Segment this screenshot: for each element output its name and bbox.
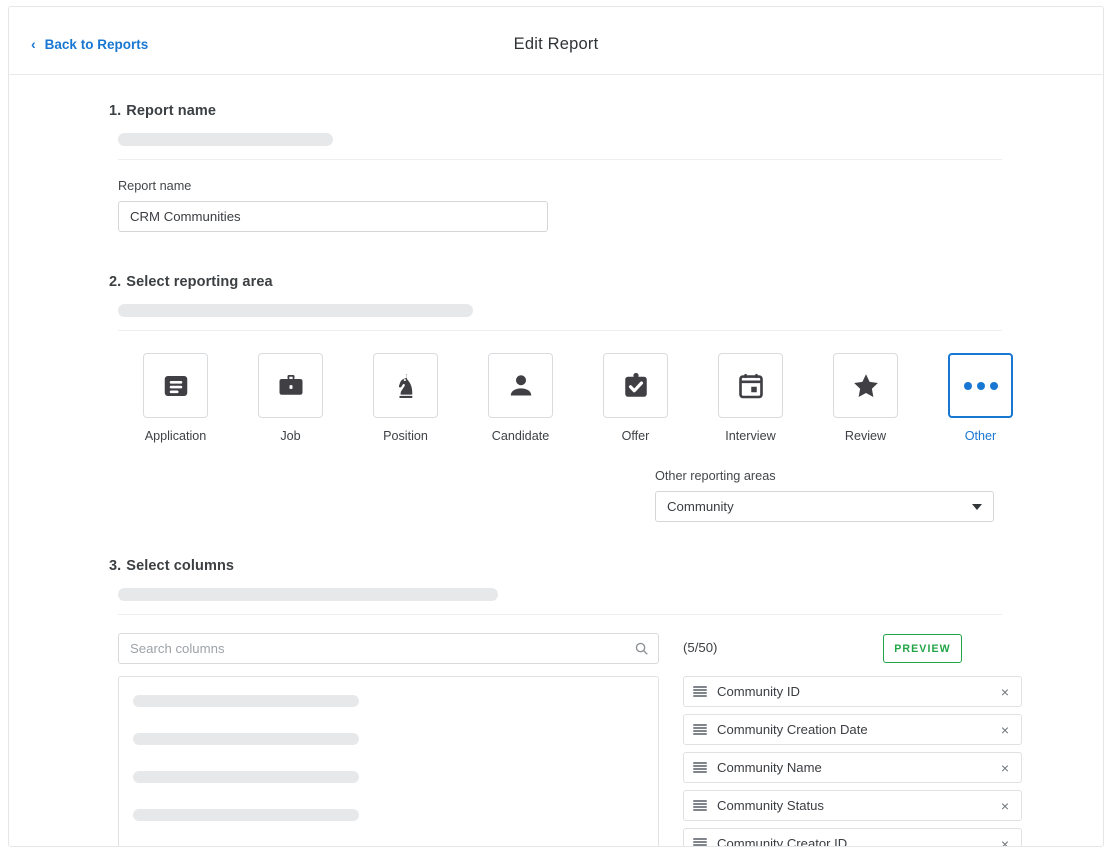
search-icon: [634, 641, 649, 661]
reporting-area-tiles: Application Job: [118, 353, 1103, 443]
reporting-area-tile-application[interactable]: Application: [118, 353, 233, 443]
columns-panels: Community ID × Community Creation Date ×…: [118, 676, 1103, 847]
tile-box-other: [948, 353, 1013, 418]
document-lines-icon: [161, 371, 191, 401]
section-3-heading: 3. Select columns: [109, 558, 1103, 574]
reporting-area-tile-other[interactable]: Other: [923, 353, 1038, 443]
section-1-title: Report name: [126, 103, 216, 119]
tile-label-review: Review: [845, 429, 886, 443]
available-skeleton-row: [133, 695, 359, 707]
other-reporting-areas-value: Community: [667, 499, 734, 514]
ellipsis-icon: [964, 382, 998, 390]
search-columns-wrap: [118, 633, 659, 664]
drag-handle-icon[interactable]: [693, 800, 707, 812]
report-name-input[interactable]: [118, 201, 548, 232]
selected-column-item[interactable]: Community Name ×: [683, 752, 1022, 783]
reporting-area-tile-job[interactable]: Job: [233, 353, 348, 443]
section-1-number: 1.: [109, 103, 121, 119]
close-icon[interactable]: ×: [999, 797, 1011, 815]
section-3-divider: [118, 614, 1002, 615]
section-2-title: Select reporting area: [126, 274, 272, 290]
tile-box-offer: [603, 353, 668, 418]
tile-label-candidate: Candidate: [492, 429, 549, 443]
section-1-divider: [118, 159, 1002, 160]
tile-box-candidate: [488, 353, 553, 418]
selected-column-label: Community ID: [717, 684, 999, 699]
tile-label-job: Job: [280, 429, 300, 443]
selected-column-label: Community Name: [717, 760, 999, 775]
section-3-skeleton: [118, 588, 498, 601]
star-icon: [851, 371, 881, 401]
section-3-title: Select columns: [126, 558, 234, 574]
columns-count: (5/50): [683, 640, 883, 655]
edit-report-window: ‹ Back to Reports Edit Report 1. Report …: [8, 6, 1104, 847]
section-2-heading: 2. Select reporting area: [109, 274, 1103, 290]
calendar-icon: [736, 371, 766, 401]
reporting-area-tile-review[interactable]: Review: [808, 353, 923, 443]
reporting-area-tile-offer[interactable]: Offer: [578, 353, 693, 443]
drag-handle-icon[interactable]: [693, 686, 707, 698]
available-skeleton-row: [133, 771, 359, 783]
section-select-columns: 3. Select columns (5/50) PREVIEW: [9, 522, 1103, 847]
form-content: 1. Report name Report name Report name 2…: [9, 75, 1103, 847]
tile-label-offer: Offer: [622, 429, 650, 443]
chess-knight-icon: [391, 371, 421, 401]
close-icon[interactable]: ×: [999, 721, 1011, 739]
tile-box-review: [833, 353, 898, 418]
selected-column-item[interactable]: Community Status ×: [683, 790, 1022, 821]
person-icon: [506, 371, 536, 401]
section-3-number: 3.: [109, 558, 121, 574]
section-2-skeleton: [118, 304, 473, 317]
section-1-skeleton: [118, 133, 333, 146]
tile-box-interview: [718, 353, 783, 418]
selected-columns-list: Community ID × Community Creation Date ×…: [683, 676, 1022, 847]
search-columns-input[interactable]: [118, 633, 659, 664]
section-1-heading: 1. Report name: [109, 103, 1103, 119]
selected-column-item[interactable]: Community ID ×: [683, 676, 1022, 707]
other-reporting-areas-select-wrap: Community: [655, 491, 994, 522]
preview-button[interactable]: PREVIEW: [883, 634, 962, 663]
other-reporting-areas-label: Other reporting areas: [655, 469, 994, 483]
selected-column-item[interactable]: Community Creation Date ×: [683, 714, 1022, 745]
available-skeleton-row: [133, 809, 359, 821]
tile-box-application: [143, 353, 208, 418]
drag-handle-icon[interactable]: [693, 724, 707, 736]
tile-box-job: [258, 353, 323, 418]
clipboard-check-icon: [621, 371, 651, 401]
selected-column-label: Community Status: [717, 798, 999, 813]
tile-label-other: Other: [965, 429, 997, 443]
report-name-label: Report name: [118, 179, 1103, 193]
top-bar: ‹ Back to Reports Edit Report: [9, 7, 1103, 75]
section-report-name: 1. Report name Report name Report name: [9, 75, 1103, 232]
tile-label-interview: Interview: [725, 429, 775, 443]
drag-handle-icon[interactable]: [693, 838, 707, 848]
close-icon[interactable]: ×: [999, 683, 1011, 701]
close-icon[interactable]: ×: [999, 835, 1011, 848]
reporting-area-tile-candidate[interactable]: Candidate: [463, 353, 578, 443]
section-2-divider: [118, 330, 1002, 331]
available-columns-panel[interactable]: [118, 676, 659, 847]
selected-column-label: Community Creator ID: [717, 836, 999, 847]
briefcase-icon: [276, 371, 306, 401]
tile-label-position: Position: [383, 429, 428, 443]
drag-handle-icon[interactable]: [693, 762, 707, 774]
tile-label-application: Application: [145, 429, 207, 443]
close-icon[interactable]: ×: [999, 759, 1011, 777]
tile-box-position: [373, 353, 438, 418]
page-title: Edit Report: [9, 35, 1103, 54]
other-reporting-areas-select[interactable]: Community: [655, 491, 994, 522]
reporting-area-tile-interview[interactable]: Interview: [693, 353, 808, 443]
selected-column-item[interactable]: Community Creator ID ×: [683, 828, 1022, 847]
section-reporting-area: 2. Select reporting area Applicatio: [9, 232, 1103, 522]
other-reporting-areas-group: Other reporting areas Community: [655, 469, 994, 522]
reporting-area-tile-position[interactable]: Position: [348, 353, 463, 443]
columns-toolbar: (5/50) PREVIEW: [118, 633, 1103, 664]
section-2-number: 2.: [109, 274, 121, 290]
available-skeleton-row: [133, 733, 359, 745]
selected-column-label: Community Creation Date: [717, 722, 999, 737]
